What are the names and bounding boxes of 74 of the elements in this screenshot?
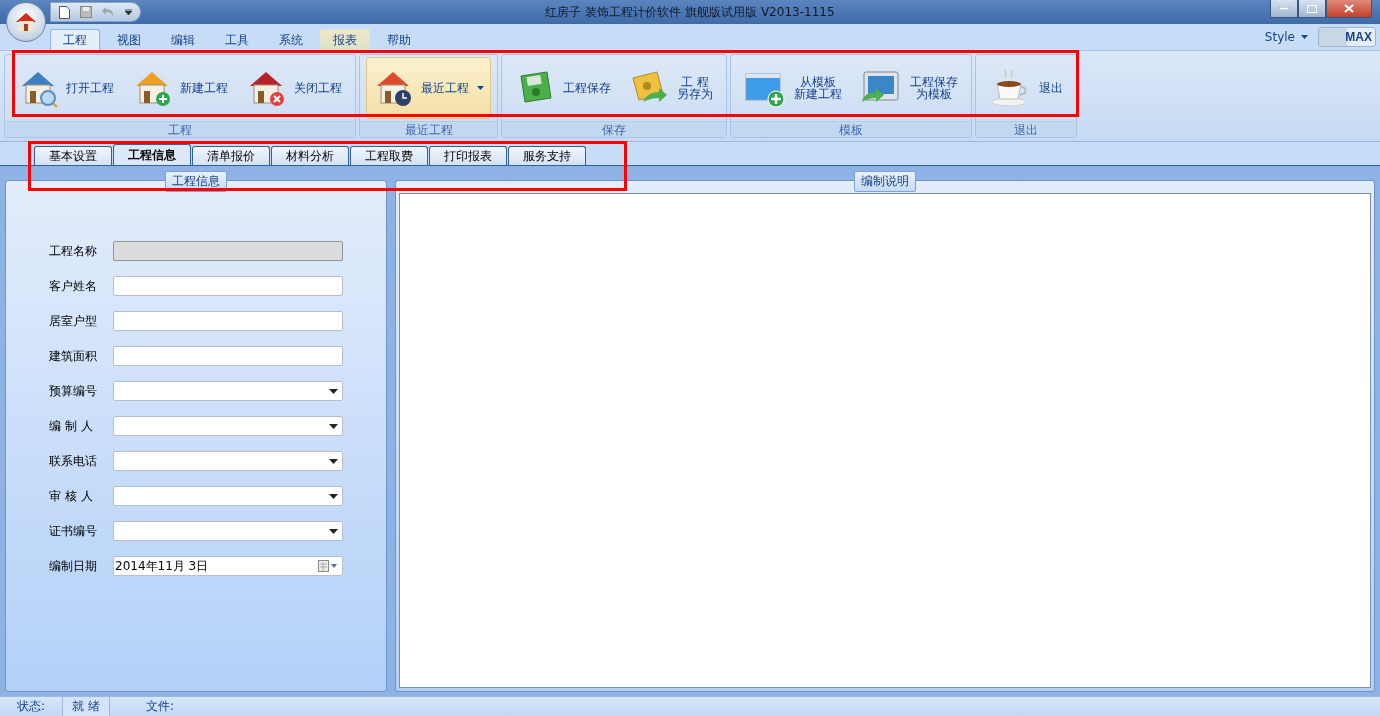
close-button[interactable] bbox=[1326, 0, 1372, 18]
document-tab[interactable]: 清单报价 bbox=[192, 146, 270, 165]
field-label: 居室户型 bbox=[49, 312, 98, 330]
menu-tab[interactable]: 系统 bbox=[266, 29, 316, 50]
field-label: 编 制 人 bbox=[49, 417, 94, 435]
field-label: 预算编号 bbox=[49, 382, 98, 400]
undo-icon[interactable] bbox=[102, 6, 115, 18]
caret-icon bbox=[1301, 35, 1308, 39]
combo-box[interactable] bbox=[113, 381, 343, 401]
menu-tab[interactable]: 编辑 bbox=[158, 29, 208, 50]
menu-tab[interactable]: 工具 bbox=[212, 29, 262, 50]
ribbon-button[interactable]: 工 程 另存为 bbox=[622, 57, 720, 119]
combo-box[interactable] bbox=[113, 416, 343, 436]
menu-tab[interactable]: 帮助 bbox=[374, 29, 424, 50]
group-label: 模板 bbox=[731, 121, 971, 137]
combo-box[interactable] bbox=[113, 451, 343, 471]
maximize-button[interactable] bbox=[1298, 0, 1326, 18]
document-tab[interactable]: 工程取费 bbox=[350, 146, 428, 165]
document-tab[interactable]: 工程信息 bbox=[113, 144, 191, 165]
group-label: 退出 bbox=[976, 121, 1076, 137]
caret-icon bbox=[329, 458, 338, 464]
field-label: 审 核 人 bbox=[49, 487, 94, 505]
input-field[interactable] bbox=[113, 276, 343, 296]
field-label: 工程名称 bbox=[49, 242, 98, 260]
minimize-icon bbox=[1279, 7, 1289, 10]
field-label: 证书编号 bbox=[49, 522, 98, 540]
group-label: 最近工程 bbox=[360, 121, 497, 137]
menu-tab[interactable]: 视图 bbox=[104, 29, 154, 50]
field-label: 编制日期 bbox=[49, 557, 98, 575]
new-file-icon[interactable] bbox=[59, 5, 70, 19]
ribbon-button[interactable]: 退出 bbox=[982, 57, 1070, 119]
house-icon bbox=[15, 12, 37, 32]
minimize-button[interactable] bbox=[1270, 0, 1298, 18]
caret-icon bbox=[329, 493, 338, 499]
panel-caption: 编制说明 bbox=[854, 171, 916, 192]
document-tab[interactable]: 服务支持 bbox=[508, 146, 586, 165]
document-tab[interactable]: 材料分析 bbox=[271, 146, 349, 165]
status-label: 状态: bbox=[15, 698, 46, 715]
panel-caption: 工程信息 bbox=[165, 171, 227, 192]
field-label: 客户姓名 bbox=[49, 277, 98, 295]
caret-icon bbox=[329, 528, 338, 534]
group-label: 保存 bbox=[502, 121, 726, 137]
ribbon-button[interactable]: 工程保存 为模板 bbox=[853, 57, 965, 119]
document-tab[interactable]: 基本设置 bbox=[34, 146, 112, 165]
ribbon-button[interactable]: 从模板 新建工程 bbox=[737, 57, 849, 119]
ribbon-button[interactable]: 最近工程 bbox=[366, 57, 491, 119]
ribbon-button[interactable]: 新建工程 bbox=[125, 57, 235, 119]
app-menu-button[interactable] bbox=[6, 2, 46, 42]
style-menu[interactable]: Style bbox=[1264, 30, 1308, 44]
window-title: 红房子 装饰工程计价软件 旗舰版试用版 V2013-1115 bbox=[544, 3, 836, 21]
combo-box[interactable] bbox=[113, 521, 343, 541]
menu-tab[interactable]: 工程 bbox=[50, 29, 100, 50]
field-label: 联系电话 bbox=[49, 452, 98, 470]
ribbon-button[interactable]: 关闭工程 bbox=[239, 57, 349, 119]
input-field[interactable] bbox=[113, 346, 343, 366]
caret-icon bbox=[329, 388, 338, 394]
close-icon bbox=[1344, 4, 1354, 13]
combo-box[interactable] bbox=[113, 486, 343, 506]
input-field[interactable] bbox=[113, 311, 343, 331]
file-label: 文件: bbox=[144, 698, 175, 715]
save-icon[interactable] bbox=[80, 6, 92, 18]
calendar-icon bbox=[318, 560, 338, 572]
document-tab[interactable]: 打印报表 bbox=[429, 146, 507, 165]
group-label: 工程 bbox=[5, 121, 355, 137]
ribbon-button[interactable]: 工程保存 bbox=[508, 57, 618, 119]
maximize-icon bbox=[1307, 4, 1317, 13]
menu-tab[interactable]: 报表 bbox=[320, 29, 370, 50]
customize-caret-icon[interactable] bbox=[125, 9, 132, 15]
status-text: 就 绪 bbox=[62, 697, 110, 716]
caret-icon bbox=[329, 423, 338, 429]
max-button[interactable]: MAX bbox=[1318, 27, 1376, 47]
field-label: 建筑面积 bbox=[49, 347, 98, 365]
ribbon-button[interactable]: 打开工程 bbox=[11, 57, 121, 119]
date-picker[interactable]: 2014年11月 3日 bbox=[113, 556, 343, 576]
